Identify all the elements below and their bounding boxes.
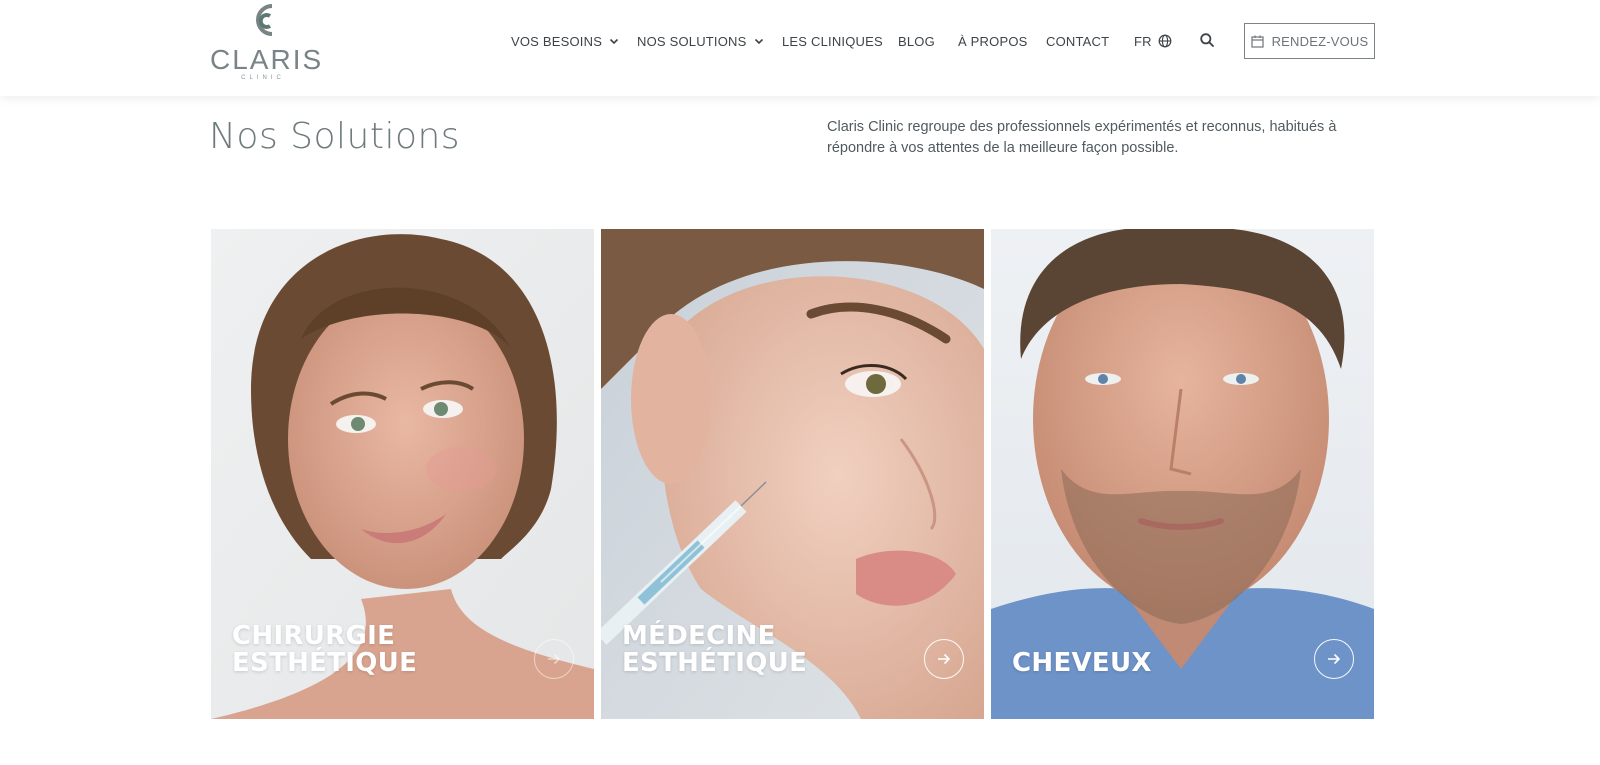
card-arrow-button[interactable] [534,639,574,679]
arrow-right-icon [938,653,951,665]
arrow-right-icon [1328,653,1341,665]
nav-label: LES CLINIQUES [782,33,883,49]
card-arrow-button[interactable] [1314,639,1354,679]
nav-blog[interactable]: BLOG [898,32,935,50]
card-title: CHIRURGIE ESTHÉTIQUE [232,623,417,677]
logo-wordmark: CLARIS [210,44,324,75]
language-label: FR [1134,33,1152,49]
chevron-down-icon [609,38,619,45]
language-switcher[interactable]: FR [1134,32,1172,50]
card-title-line: CHEVEUX [1012,648,1152,678]
nav-label: VOS BESOINS [511,33,603,49]
search-icon[interactable] [1199,32,1215,48]
chevron-down-icon [754,38,763,45]
nav-les-cliniques[interactable]: LES CLINIQUES [782,32,883,50]
logo[interactable]: CLARIS CLINIC [210,0,324,84]
nav-nos-solutions[interactable]: NOS SOLUTIONS [637,32,765,50]
card-title: CHEVEUX [1012,650,1152,677]
site-header: CLARIS CLINIC VOS BESOINS NOS SOLUTIONS … [0,0,1600,96]
nav-a-propos[interactable]: À PROPOS [958,32,1028,50]
globe-icon [1158,34,1172,48]
solution-card-medecine[interactable]: MÉDECINE ESTHÉTIQUE [601,229,984,719]
card-title-line: MÉDECINE [622,621,776,651]
portrait-man-image [991,229,1374,719]
nav-label: À PROPOS [958,33,1028,49]
logo-subtitle: CLINIC [241,75,285,81]
appointment-button[interactable]: RENDEZ-VOUS [1244,23,1375,59]
page-title: Nos Solutions [209,116,461,157]
card-title-line: CHIRURGIE [232,621,396,651]
intro-text: Claris Clinic regroupe des professionnel… [827,119,1337,156]
nav-label: NOS SOLUTIONS [637,33,747,49]
solution-card-chirurgie[interactable]: CHIRURGIE ESTHÉTIQUE [211,229,594,719]
nav-label: BLOG [898,33,935,49]
card-title-line: ESTHÉTIQUE [622,648,808,678]
solution-card-cheveux[interactable]: CHEVEUX [991,229,1374,719]
appointment-label: RENDEZ-VOUS [1271,33,1369,49]
card-title-line: ESTHÉTIQUE [232,648,418,678]
arrow-right-icon [548,653,561,665]
calendar-icon [1250,35,1264,48]
nav-vos-besoins[interactable]: VOS BESOINS [511,32,620,50]
nav-contact[interactable]: CONTACT [1046,32,1109,50]
card-title: MÉDECINE ESTHÉTIQUE [622,623,807,677]
logo-mark-icon [256,4,273,36]
nav-label: CONTACT [1046,33,1110,49]
card-arrow-button[interactable] [924,639,964,679]
